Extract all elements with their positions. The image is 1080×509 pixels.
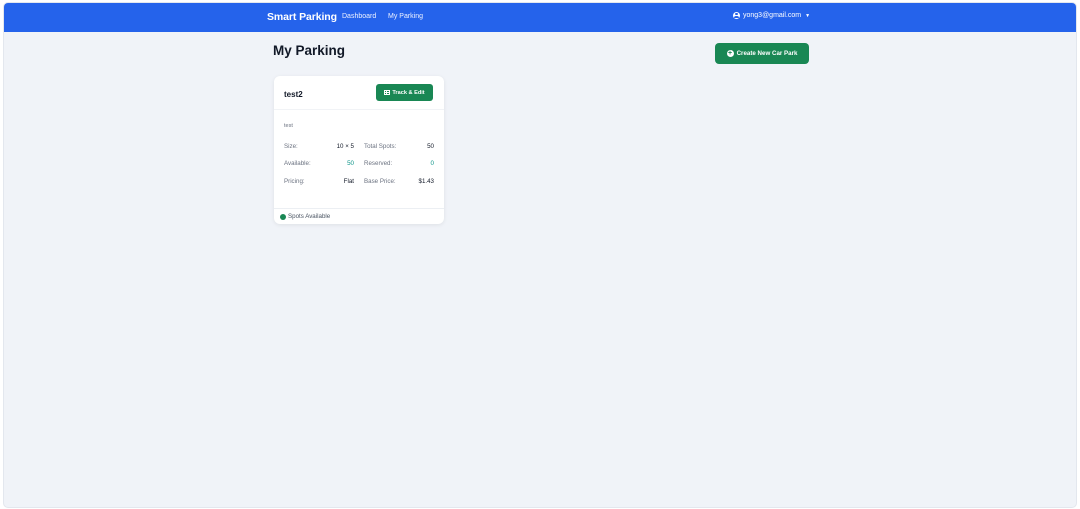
table-icon [384, 90, 391, 95]
pricing-label: Pricing: [284, 178, 305, 185]
user-email: yong3@gmail.com [743, 12, 802, 19]
page-title: My Parking [273, 43, 346, 58]
available-label: Available: [284, 160, 311, 167]
car-park-name: test2 [284, 90, 303, 99]
status-dot-icon [280, 214, 286, 220]
chevron-down-icon: ▼ [805, 12, 811, 19]
card-header: test2 Track & Edit [274, 76, 444, 110]
reserved-value: 0 [430, 160, 434, 167]
status-text: Spots Available [288, 213, 331, 220]
plus-circle-icon: + [726, 50, 734, 57]
create-button-label: Create New Car Park [736, 50, 798, 57]
user-menu[interactable]: yong3@gmail.com ▼ [733, 12, 810, 19]
size-value: 10 × 5 [336, 143, 354, 150]
size-label: Size: [284, 143, 298, 150]
track-edit-label: Track & Edit [392, 89, 425, 96]
app-window: Smart Parking Dashboard My Parking yong3… [3, 2, 1077, 508]
base-price-value: $1.43 [418, 178, 434, 185]
pricing-value: Flat [343, 178, 354, 185]
car-park-description: test [284, 123, 293, 129]
user-circle-icon [733, 12, 740, 19]
brand-logo[interactable]: Smart Parking [267, 11, 337, 23]
card-footer: Spots Available [274, 208, 444, 224]
total-spots-value: 50 [427, 143, 434, 150]
create-car-park-button[interactable]: + Create New Car Park [715, 43, 809, 64]
nav-link-my-parking[interactable]: My Parking [388, 13, 423, 20]
available-value: 50 [347, 160, 354, 167]
track-edit-button[interactable]: Track & Edit [376, 84, 433, 101]
car-park-card: test2 Track & Edit test Size: 10 × 5 Tot… [274, 76, 444, 224]
nav-link-dashboard[interactable]: Dashboard [342, 13, 376, 20]
reserved-label: Reserved: [364, 160, 393, 167]
base-price-label: Base Price: [364, 178, 396, 185]
navbar: Smart Parking Dashboard My Parking yong3… [4, 3, 1076, 32]
total-spots-label: Total Spots: [364, 143, 397, 150]
